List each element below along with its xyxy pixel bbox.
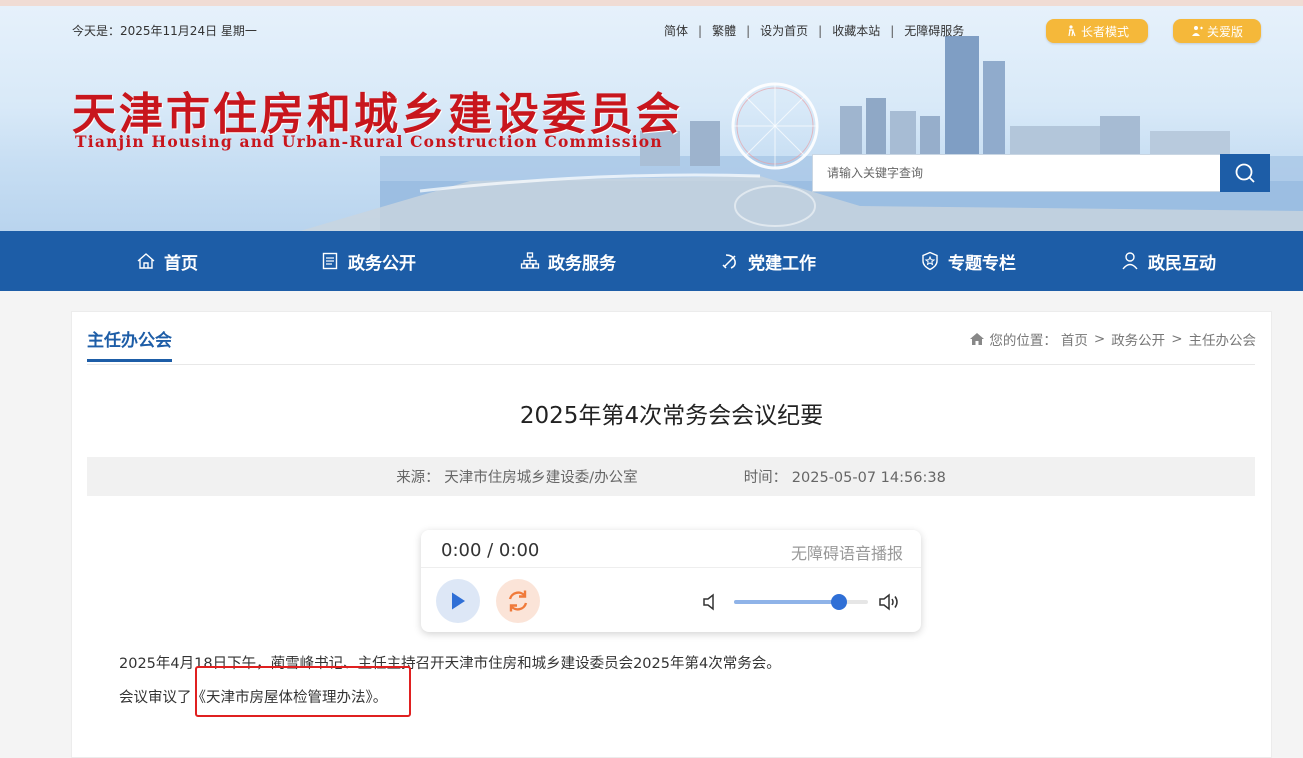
search-button[interactable]	[1220, 154, 1270, 192]
elder-mode-label: 长者模式	[1080, 24, 1129, 39]
breadcrumb-separator: >	[1171, 331, 1183, 347]
volume-slider-handle[interactable]	[830, 594, 847, 610]
volume-slider-fill	[734, 600, 839, 604]
care-version-label: 关爱版	[1206, 24, 1243, 39]
volume-low-icon[interactable]	[702, 592, 720, 612]
player-label: 无障碍语音播报	[790, 544, 903, 563]
article-title: 2025年第4次常务会会议纪要	[519, 403, 824, 429]
nav-special-topics-label: 专题专栏	[948, 253, 1016, 274]
article-time: 时间： 2025-05-07 14:56:38	[743, 470, 946, 486]
nav-public-interaction-label: 政民互动	[1148, 253, 1216, 274]
breadcrumb-separator: >	[1093, 331, 1106, 347]
link-separator: |	[890, 23, 895, 38]
care-icon	[1191, 26, 1203, 36]
refresh-icon	[508, 590, 528, 612]
loop-button[interactable]	[496, 579, 540, 623]
main-nav: 首页 政务公开 政务服务 党建工作 专题专栏 政民互动	[0, 231, 1303, 291]
simplified-chinese-link[interactable]: 简体	[664, 22, 688, 39]
home-icon	[970, 333, 985, 345]
current-date: 今天是：2025年11月24日 星期一	[72, 24, 257, 38]
player-divider	[421, 567, 921, 568]
org-chart-icon	[520, 252, 540, 269]
site-logo-english: Tianjin Housing and Urban-Rural Construc…	[75, 132, 663, 151]
traditional-chinese-link[interactable]: 繁體	[712, 22, 736, 39]
nav-party-building-label: 党建工作	[748, 253, 816, 274]
nav-special-topics[interactable]: 专题专栏	[920, 231, 1016, 291]
bookmark-site-link[interactable]: 收藏本站	[832, 22, 880, 39]
elder-mode-button[interactable]: 长者模式	[1046, 19, 1148, 43]
nav-party-building[interactable]: 党建工作	[720, 231, 816, 291]
nav-gov-affairs-open[interactable]: 政务公开	[320, 231, 416, 291]
document-icon	[322, 252, 338, 270]
section-divider	[87, 364, 1255, 365]
nav-gov-affairs-open-label: 政务公开	[348, 253, 416, 274]
article-paragraph: 2025年4月18日下午，蔺雪峰书记、主任主持召开天津市住房和城乡建设委员会20…	[119, 656, 781, 672]
link-separator: |	[698, 23, 703, 38]
breadcrumb-prefix: 您的位置：	[989, 333, 1057, 349]
care-version-button[interactable]: 关爱版	[1173, 19, 1261, 43]
header-banner: 今天是：2025年11月24日 星期一 简体 | 繁體 | 设为首页 | 收藏本…	[0, 6, 1303, 231]
volume-slider[interactable]	[734, 594, 868, 610]
player-time: 0:00 / 0:00	[441, 540, 540, 561]
badge-star-icon	[922, 251, 938, 271]
section-tab[interactable]: 主任办公会	[87, 326, 172, 362]
link-separator: |	[746, 23, 751, 38]
volume-high-icon[interactable]	[878, 592, 904, 612]
article-paragraph: 会议审议了《天津市房屋体检管理办法》。	[119, 690, 388, 706]
search-input[interactable]	[812, 154, 1220, 192]
nav-home-label: 首页	[164, 253, 198, 274]
set-homepage-link[interactable]: 设为首页	[760, 22, 808, 39]
party-emblem-icon	[722, 254, 736, 269]
nav-gov-services[interactable]: 政务服务	[520, 231, 616, 291]
article-meta: 来源： 天津市住房城乡建设委/办公室 时间： 2025-05-07 14:56:…	[87, 457, 1255, 496]
nav-public-interaction[interactable]: 政民互动	[1120, 231, 1216, 291]
article-source: 来源： 天津市住房城乡建设委/办公室	[396, 470, 638, 486]
breadcrumb-gov-affairs-open[interactable]: 政务公开	[1111, 329, 1165, 349]
top-links: 简体 | 繁體 | 设为首页 | 收藏本站 | 无障碍服务	[664, 22, 964, 39]
breadcrumb-director-meeting[interactable]: 主任办公会	[1189, 329, 1257, 349]
site-search	[812, 154, 1270, 192]
play-button[interactable]	[436, 579, 480, 623]
play-icon	[452, 592, 465, 610]
nav-home[interactable]: 首页	[136, 231, 198, 291]
search-icon	[1235, 163, 1255, 183]
home-icon	[137, 253, 155, 269]
nav-gov-services-label: 政务服务	[548, 253, 616, 274]
elder-icon	[1068, 25, 1076, 37]
article-card: 主任办公会 您的位置： 首页 > 政务公开 > 主任办公会 2025年第4次常务…	[71, 311, 1272, 758]
audio-player: 0:00 / 0:00 无障碍语音播报	[421, 530, 921, 632]
breadcrumb-home[interactable]: 首页	[1061, 329, 1088, 349]
breadcrumb: 您的位置： 首页 > 政务公开 > 主任办公会	[969, 329, 1256, 349]
accessibility-service-link[interactable]: 无障碍服务	[904, 22, 964, 39]
link-separator: |	[818, 23, 823, 38]
person-icon	[1122, 252, 1138, 270]
